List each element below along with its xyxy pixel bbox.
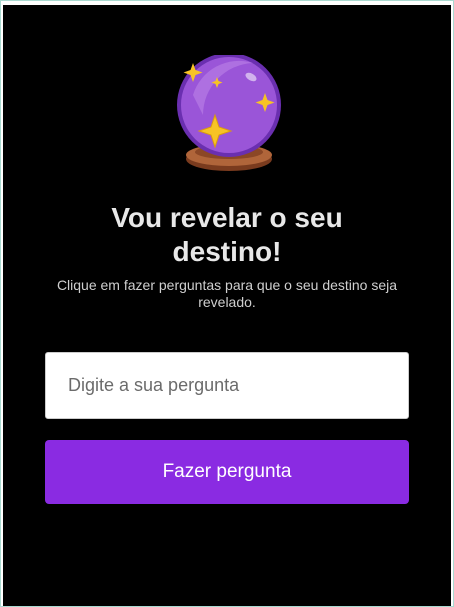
ask-question-button[interactable]: Fazer pergunta: [45, 440, 409, 504]
page-title: Vou revelar o seu destino!: [3, 201, 451, 269]
question-input[interactable]: [45, 352, 409, 419]
page-subtitle-text: Clique em fazer perguntas para que o seu…: [56, 277, 398, 310]
app-frame: Vou revelar o seu destino! Clique em faz…: [0, 0, 454, 607]
page-subtitle: Clique em fazer perguntas para que o seu…: [3, 277, 451, 311]
crystal-ball-icon: [173, 53, 285, 177]
page-title-text: Vou revelar o seu destino!: [111, 202, 343, 267]
oracle-card: Vou revelar o seu destino! Clique em faz…: [3, 5, 451, 606]
